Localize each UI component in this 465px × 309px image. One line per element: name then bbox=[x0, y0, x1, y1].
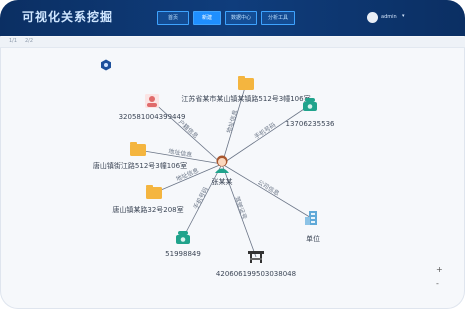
app-window: 可视化关系挖掘 首页 新建 数据中心 分析工具 admin ▾ 1/1 2/2 … bbox=[0, 0, 465, 309]
breadcrumb-item[interactable]: 1/1 bbox=[9, 38, 17, 44]
zoom-out-button[interactable]: - bbox=[436, 279, 439, 288]
top-bar: 可视化关系挖掘 首页 新建 数据中心 分析工具 admin ▾ bbox=[0, 0, 465, 36]
person-id-icon[interactable] bbox=[145, 94, 159, 108]
nav-data-center-button[interactable]: 数据中心 bbox=[225, 11, 257, 25]
folder-icon[interactable] bbox=[146, 185, 162, 199]
chevron-down-icon[interactable]: ▾ bbox=[402, 13, 405, 19]
breadcrumb-item[interactable]: 2/2 bbox=[25, 38, 33, 44]
edge-label: 户籍信息 bbox=[177, 118, 200, 140]
nav-new-button[interactable]: 新建 bbox=[193, 11, 221, 25]
node-label: 江苏省某市某山镇某镇路512号3幢106室 bbox=[181, 94, 310, 103]
edge-label: 公司信息 bbox=[256, 178, 281, 197]
node-label: 唐山镇街江路512号3幢106室 bbox=[93, 161, 187, 170]
breadcrumb: 1/1 2/2 bbox=[0, 37, 465, 48]
node-label: 420606199503038048 bbox=[216, 270, 296, 278]
node-label: 51998849 bbox=[165, 250, 201, 258]
user-avatar[interactable] bbox=[367, 12, 378, 23]
node-label: 320581004399449 bbox=[119, 113, 186, 121]
person-female-icon[interactable] bbox=[215, 155, 229, 174]
node-label: 单位 bbox=[306, 234, 320, 243]
user-name[interactable]: admin bbox=[381, 14, 397, 20]
folder-icon[interactable] bbox=[238, 76, 254, 90]
relation-graph[interactable]: 户籍信息 地址信息 手机号码地址信息地址信息手机号码 驾驶证号公司信息 张某某3205… bbox=[0, 48, 465, 309]
edge-label: 驾驶证号 bbox=[233, 195, 249, 220]
node-label: 唐山镇某路32号208室 bbox=[112, 205, 183, 214]
nav-analysis-button[interactable]: 分析工具 bbox=[261, 11, 295, 25]
building-icon[interactable] bbox=[305, 211, 317, 225]
app-title: 可视化关系挖掘 bbox=[22, 10, 114, 24]
edge-label: 手机号码 bbox=[253, 121, 277, 141]
phone-icon[interactable] bbox=[176, 231, 190, 244]
zoom-in-button[interactable]: + bbox=[436, 265, 443, 274]
phone-icon[interactable] bbox=[303, 98, 317, 111]
node-label: 13706235536 bbox=[286, 120, 336, 128]
nav-home-button[interactable]: 首页 bbox=[157, 11, 189, 25]
edge-label: 手机号码 bbox=[192, 186, 210, 211]
center-node-label: 张某某 bbox=[212, 177, 233, 186]
folder-icon[interactable] bbox=[130, 142, 146, 156]
edge-label: 地址信息 bbox=[225, 109, 240, 134]
